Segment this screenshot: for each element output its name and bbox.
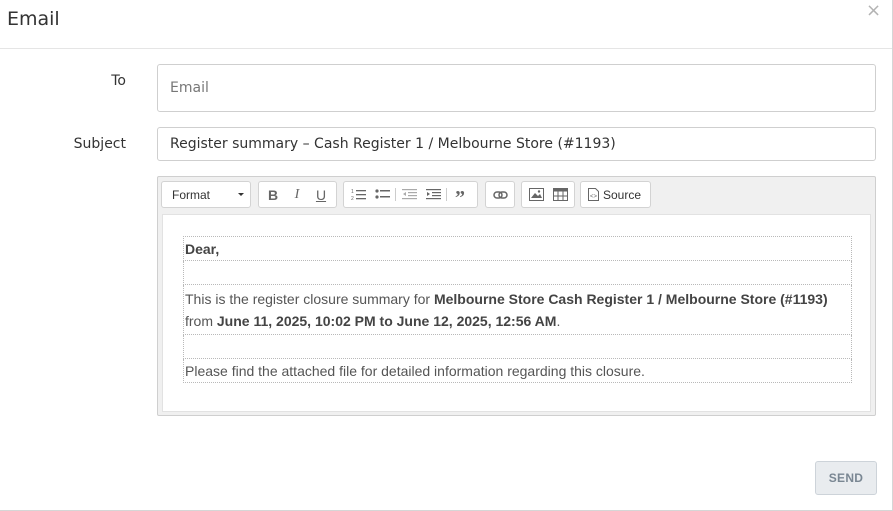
blockquote-icon[interactable]: ” <box>448 182 472 209</box>
source-button[interactable]: <> Source <box>580 181 651 208</box>
bulleted-list-icon[interactable] <box>370 182 394 207</box>
link-icon[interactable] <box>488 182 512 207</box>
intro-text: This is the register closure summary for <box>185 290 434 307</box>
table-row: This is the register closure summary for… <box>183 284 852 335</box>
svg-text:1: 1 <box>351 189 354 195</box>
from-text: from <box>185 312 217 329</box>
format-dropdown[interactable]: Format <box>161 181 251 208</box>
dialog-header: Email × <box>0 0 892 49</box>
table-row <box>183 334 852 359</box>
source-label: Source <box>603 187 642 202</box>
greeting-cell: Dear, <box>183 236 852 261</box>
editor-toolbar: Format B I U 12 ” <> Source <box>158 177 875 213</box>
source-icon: <> <box>588 188 599 201</box>
svg-text:<>: <> <box>590 194 598 200</box>
outdent-icon[interactable] <box>397 182 421 207</box>
underline-icon[interactable]: U <box>309 182 333 207</box>
table-icon[interactable] <box>548 182 572 207</box>
list-group: 12 ” <box>343 181 478 209</box>
period-text: . <box>556 312 561 329</box>
to-email-input[interactable] <box>157 64 876 112</box>
insert-group <box>521 181 575 208</box>
indent-icon[interactable] <box>421 182 445 207</box>
numbered-list-icon[interactable]: 12 <box>346 182 370 207</box>
table-row <box>183 260 852 285</box>
italic-icon[interactable]: I <box>285 182 309 207</box>
table-row: Dear, <box>183 236 852 261</box>
table-row: Please find the attached file for detail… <box>183 358 852 383</box>
email-body-table: Dear, This is the register closure summa… <box>183 236 852 383</box>
bold-icon[interactable]: B <box>261 182 285 207</box>
format-dropdown-label: Format <box>172 187 211 202</box>
subject-label: Subject <box>73 136 126 152</box>
chevron-down-icon <box>238 193 244 196</box>
store-name: Melbourne Store Cash Register 1 / Melbou… <box>433 290 828 307</box>
svg-text:2: 2 <box>351 196 354 201</box>
link-group <box>485 181 515 208</box>
date-range: June 11, 2025, 10:02 PM to June 12, 2025… <box>216 312 557 329</box>
toolbar-separator <box>446 188 447 201</box>
greeting-text: Dear, <box>185 240 220 257</box>
email-dialog: Email × To Subject Format B I U 12 <box>0 0 893 511</box>
basic-styles-group: B I U <box>258 181 337 208</box>
subject-input[interactable] <box>157 127 876 161</box>
editor-content-area[interactable]: Dear, This is the register closure summa… <box>162 214 871 412</box>
send-button[interactable]: SEND <box>815 461 877 495</box>
attachment-note-cell: Please find the attached file for detail… <box>183 358 852 383</box>
empty-cell <box>183 260 852 285</box>
rich-text-editor: Format B I U 12 ” <> Source Dear, This i… <box>157 176 876 416</box>
summary-cell: This is the register closure summary for… <box>183 284 852 335</box>
toolbar-separator <box>395 188 396 201</box>
attachment-note: Please find the attached file for detail… <box>185 362 645 379</box>
to-label: To <box>111 73 126 89</box>
close-icon[interactable]: × <box>866 1 881 21</box>
dialog-title: Email <box>7 8 60 30</box>
image-icon[interactable] <box>524 182 548 207</box>
empty-cell <box>183 334 852 359</box>
